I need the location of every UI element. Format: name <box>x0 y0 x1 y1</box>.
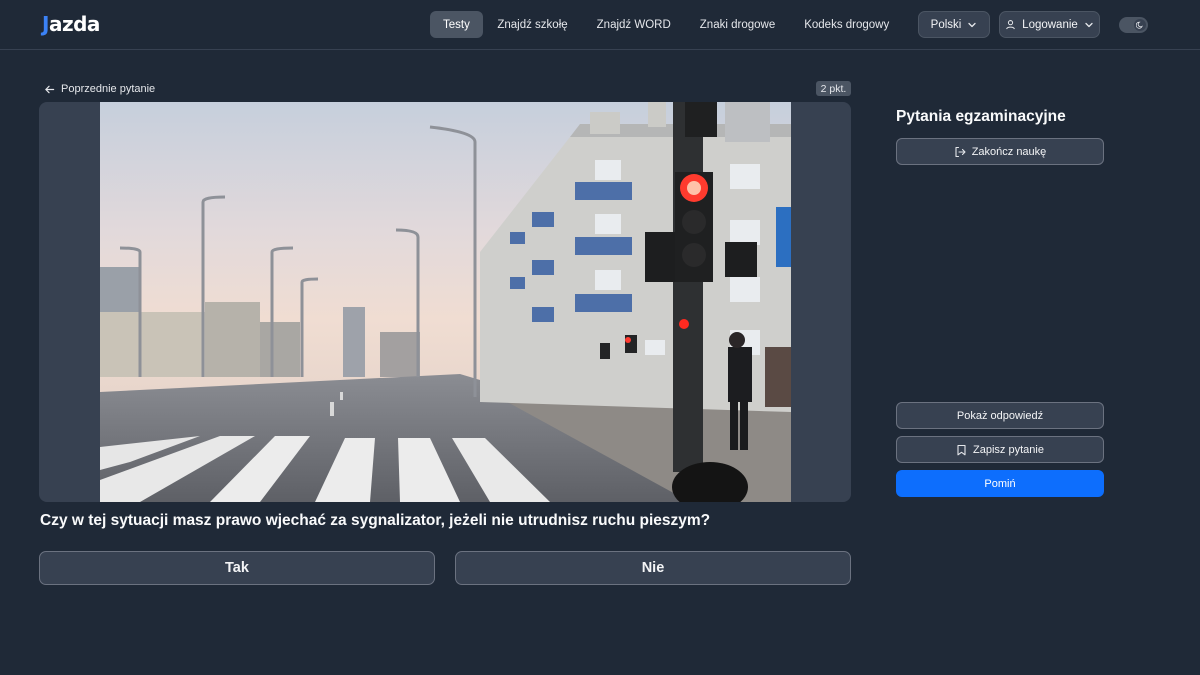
nav-item-znajdz-szkole[interactable]: Znajdź szkołę <box>483 11 582 38</box>
skip-button[interactable]: Pomiń <box>896 470 1104 497</box>
bookmark-icon <box>957 444 966 455</box>
points-badge: 2 pkt. <box>816 81 851 96</box>
answer-yes-button[interactable]: Tak <box>39 551 435 585</box>
user-icon <box>1006 20 1016 30</box>
top-navbar: Jazda Testy Znajdź szkołę Znajdź WORD Zn… <box>0 0 1200 50</box>
login-label: Logowanie <box>1022 18 1078 31</box>
logout-icon <box>955 146 966 157</box>
previous-question-link[interactable]: Poprzednie pytanie <box>44 81 155 97</box>
main-nav: Testy Znajdź szkołę Znajdź WORD Znaki dr… <box>430 11 956 38</box>
toggle-knob <box>1134 19 1146 31</box>
site-logo[interactable]: Jazda <box>42 12 100 36</box>
login-button[interactable]: Logowanie <box>999 11 1100 38</box>
end-learning-label: Zakończ naukę <box>971 145 1047 158</box>
logo-mark: J <box>42 12 49 36</box>
answer-no-button[interactable]: Nie <box>455 551 851 585</box>
show-answer-button[interactable]: Pokaż odpowiedź <box>896 402 1104 429</box>
question-text: Czy w tej sytuacji masz prawo wjechać za… <box>40 512 711 529</box>
save-question-label: Zapisz pytanie <box>973 443 1044 456</box>
nav-item-kodeks-drogowy[interactable]: Kodeks drogowy <box>790 11 904 38</box>
skip-label: Pomiń <box>984 477 1016 490</box>
theme-toggle[interactable] <box>1119 17 1148 33</box>
end-learning-button[interactable]: Zakończ naukę <box>896 138 1104 165</box>
chevron-down-icon <box>968 22 976 27</box>
save-question-button[interactable]: Zapisz pytanie <box>896 436 1104 463</box>
logo-text: azda <box>48 12 100 36</box>
show-answer-label: Pokaż odpowiedź <box>956 409 1044 422</box>
arrow-left-icon <box>45 85 55 93</box>
sidebar-title: Pytania egzaminacyjne <box>896 108 1066 125</box>
nav-item-znaki-drogowe[interactable]: Znaki drogowe <box>685 11 789 38</box>
language-select[interactable]: Polski <box>918 11 990 38</box>
question-photo <box>100 102 791 502</box>
moon-icon <box>1136 21 1143 29</box>
previous-question-label: Poprzednie pytanie <box>61 83 156 95</box>
question-media <box>39 102 851 502</box>
chevron-down-icon <box>1085 22 1093 27</box>
language-label: Polski <box>930 18 962 31</box>
nav-item-znajdz-word[interactable]: Znajdź WORD <box>582 11 685 38</box>
nav-item-testy[interactable]: Testy <box>430 11 483 38</box>
